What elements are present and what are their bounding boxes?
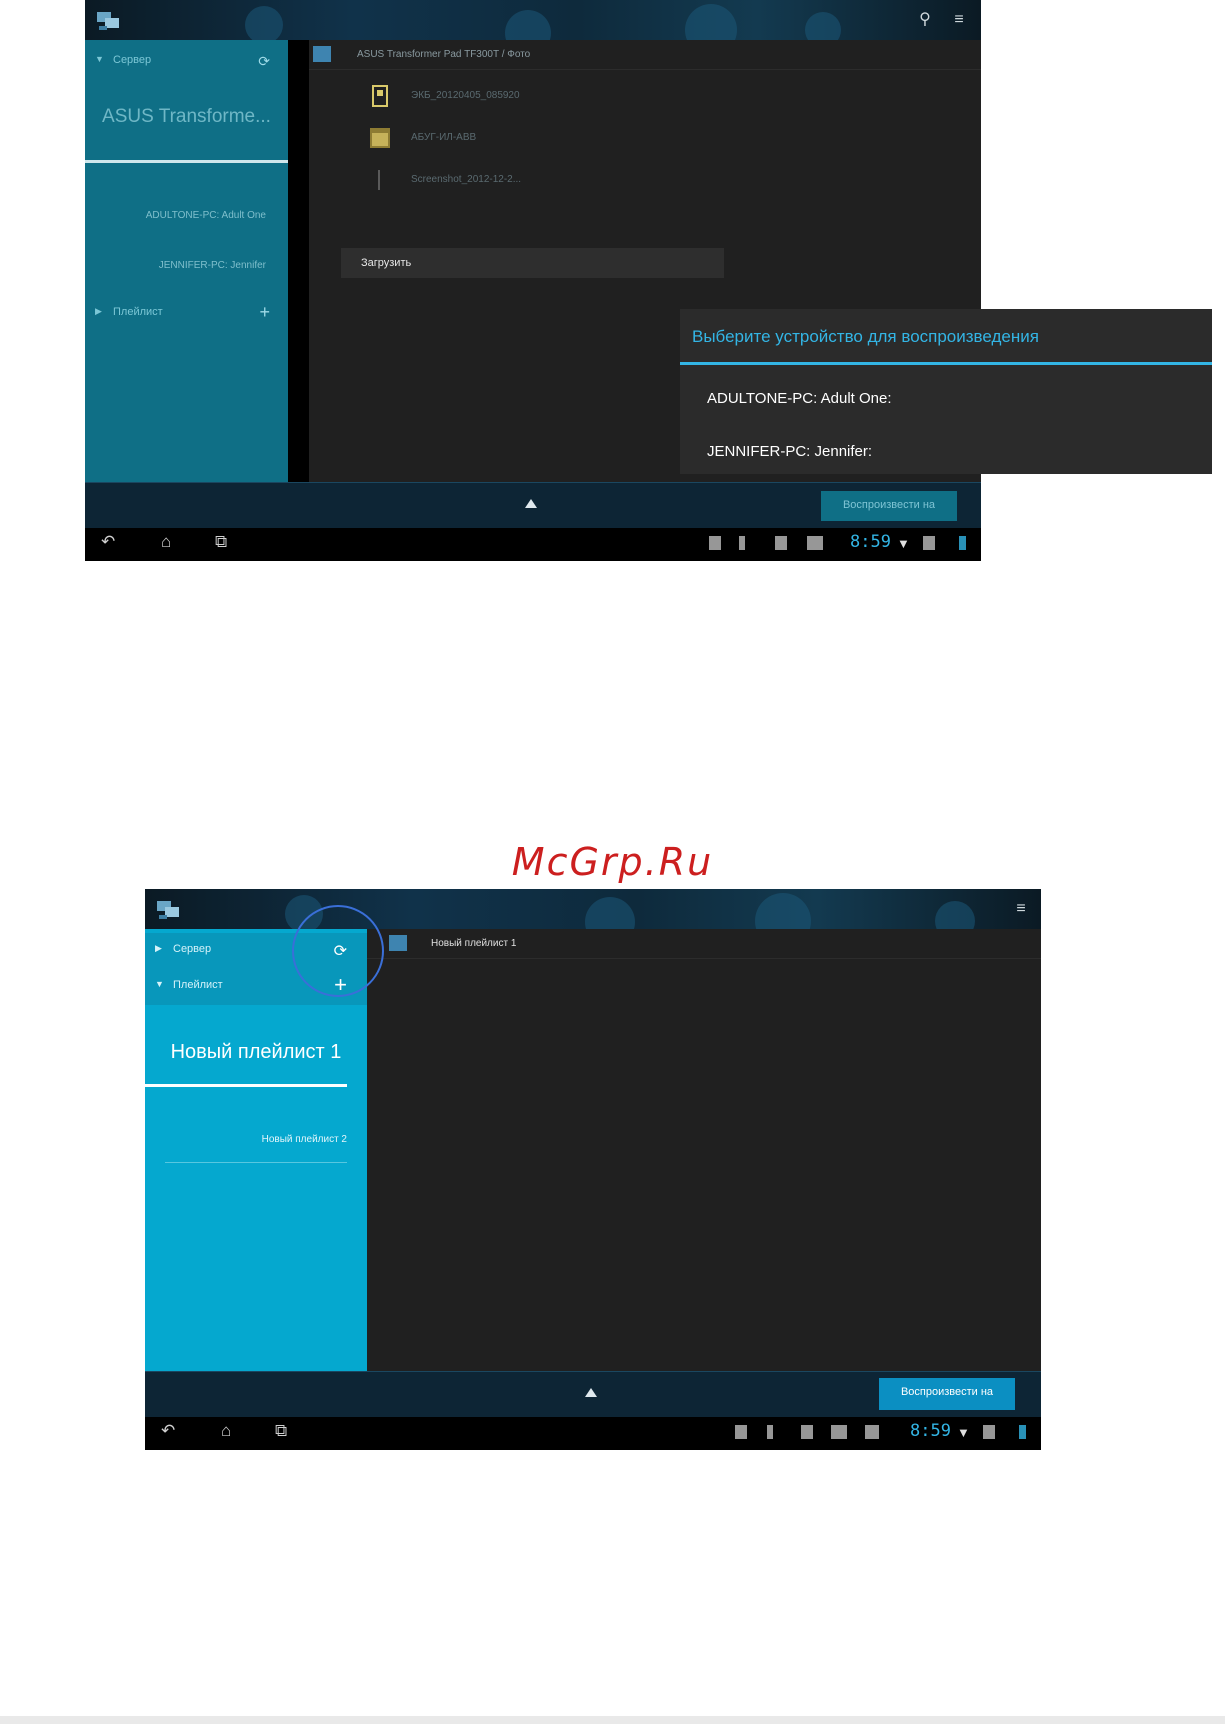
bokeh-decoration: [245, 6, 283, 44]
back-icon[interactable]: ↶: [101, 532, 115, 552]
action-bar: ≡: [145, 889, 1041, 949]
breadcrumb: Новый плейлист 1: [431, 938, 517, 949]
usb-file-icon: [372, 85, 388, 107]
select-device-dialog: Выберите устройство для воспроизведения …: [680, 309, 1212, 474]
bottom-bar: Воспроизвести на: [85, 482, 981, 528]
item-divider: [165, 1162, 347, 1163]
expand-arrow-icon: ▼: [95, 54, 104, 64]
load-menu-item[interactable]: Загрузить: [341, 248, 724, 278]
playlist-icon[interactable]: [389, 935, 407, 951]
home-icon[interactable]: ⌂: [161, 532, 171, 552]
sidebar-device-item[interactable]: ADULTONE-PC: Adult One: [146, 210, 266, 221]
expand-up-icon[interactable]: [525, 499, 537, 508]
status-clock: 8:59: [910, 1421, 951, 1441]
sidebar-server-header[interactable]: ▼ Сервер ⟳: [85, 48, 288, 74]
usb-icon: [739, 536, 745, 550]
status-clock: 8:59: [850, 532, 891, 552]
signal-icon: [983, 1425, 995, 1439]
screenshot-playlist: ≡ ▶ Сервер ⟳ ▼ Плейлист + Новый плейлист…: [145, 889, 1041, 1450]
selection-underline: [85, 160, 288, 163]
screenshot-dialog-select-device: ⚲ ≡ ▼ Сервер ⟳ ASUS Transforme... ADULTO…: [85, 0, 981, 561]
dialog-title: Выберите устройство для воспроизведения: [692, 327, 1039, 346]
screenshot-icon: [865, 1425, 879, 1439]
system-nav-bar: ↶ ⌂ ⧉ 8:59 ▼: [85, 528, 981, 561]
recent-apps-icon[interactable]: ⧉: [275, 1421, 287, 1441]
expand-arrow-icon: ▼: [155, 979, 164, 989]
dialog-divider: [680, 362, 1212, 365]
folder-icon[interactable]: [313, 46, 331, 62]
notification-icon: [735, 1425, 747, 1439]
calendar-icon: [807, 536, 823, 550]
transfer-icon: [801, 1425, 813, 1439]
image-file-icon: [378, 170, 380, 190]
overflow-menu-icon[interactable]: ≡: [949, 10, 969, 30]
watermark: McGrp.Ru: [511, 840, 714, 884]
selection-underline: [145, 1084, 347, 1087]
sidebar-playlist-title[interactable]: Новый плейлист 1: [155, 1041, 357, 1064]
dialog-option-jennifer[interactable]: JENNIFER-PC: Jennifer:: [707, 443, 872, 460]
refresh-icon[interactable]: ⟳: [258, 53, 270, 70]
playlist-content: Новый плейлист 1: [367, 929, 1041, 1371]
play-on-button[interactable]: Воспроизвести на: [879, 1378, 1015, 1410]
page-footer-bar: [0, 1716, 1225, 1724]
transfer-icon: [775, 536, 787, 550]
sidebar-playlist-item[interactable]: Новый плейлист 2: [262, 1134, 347, 1145]
battery-icon: [959, 536, 966, 550]
overflow-menu-icon[interactable]: ≡: [1011, 899, 1031, 919]
wifi-icon: ▼: [957, 1425, 970, 1440]
highlight-circle: [292, 905, 384, 997]
action-bar: ⚲ ≡: [85, 0, 981, 56]
battery-icon: [1019, 1425, 1026, 1439]
breadcrumb-bar: ASUS Transformer Pad TF300T / Фото: [309, 40, 981, 70]
breadcrumb-bar: Новый плейлист 1: [367, 929, 1041, 959]
notification-icon: [709, 536, 721, 550]
usb-icon: [767, 1425, 773, 1439]
expand-arrow-icon: ▶: [95, 306, 102, 316]
sidebar-server-title[interactable]: ASUS Transforme...: [95, 106, 278, 128]
signal-icon: [923, 536, 935, 550]
wifi-icon: ▼: [897, 536, 910, 551]
sidebar-device-item[interactable]: JENNIFER-PC: Jennifer: [159, 260, 266, 271]
breadcrumb: ASUS Transformer Pad TF300T / Фото: [357, 49, 531, 60]
search-icon[interactable]: ⚲: [915, 10, 935, 30]
expand-up-icon[interactable]: [585, 1388, 597, 1397]
sidebar: ▼ Сервер ⟳ ASUS Transforme... ADULTONE-P…: [85, 40, 288, 482]
calendar-icon: [831, 1425, 847, 1439]
expand-arrow-icon: ▶: [155, 943, 162, 953]
bottom-bar: Воспроизвести на: [145, 1371, 1041, 1417]
app-logo-icon[interactable]: [95, 6, 123, 34]
sidebar-playlist-header[interactable]: ▶ Плейлист +: [85, 300, 288, 326]
app-logo-icon[interactable]: [155, 895, 183, 923]
add-icon[interactable]: +: [259, 302, 270, 323]
recent-apps-icon[interactable]: ⧉: [215, 532, 227, 552]
dialog-option-adultone[interactable]: ADULTONE-PC: Adult One:: [707, 390, 892, 407]
calendar-file-icon: [370, 128, 390, 148]
system-nav-bar: ↶ ⌂ ⧉ 8:59 ▼: [145, 1417, 1041, 1450]
home-icon[interactable]: ⌂: [221, 1421, 231, 1441]
play-on-button[interactable]: Воспроизвести на: [821, 491, 957, 521]
back-icon[interactable]: ↶: [161, 1421, 175, 1441]
